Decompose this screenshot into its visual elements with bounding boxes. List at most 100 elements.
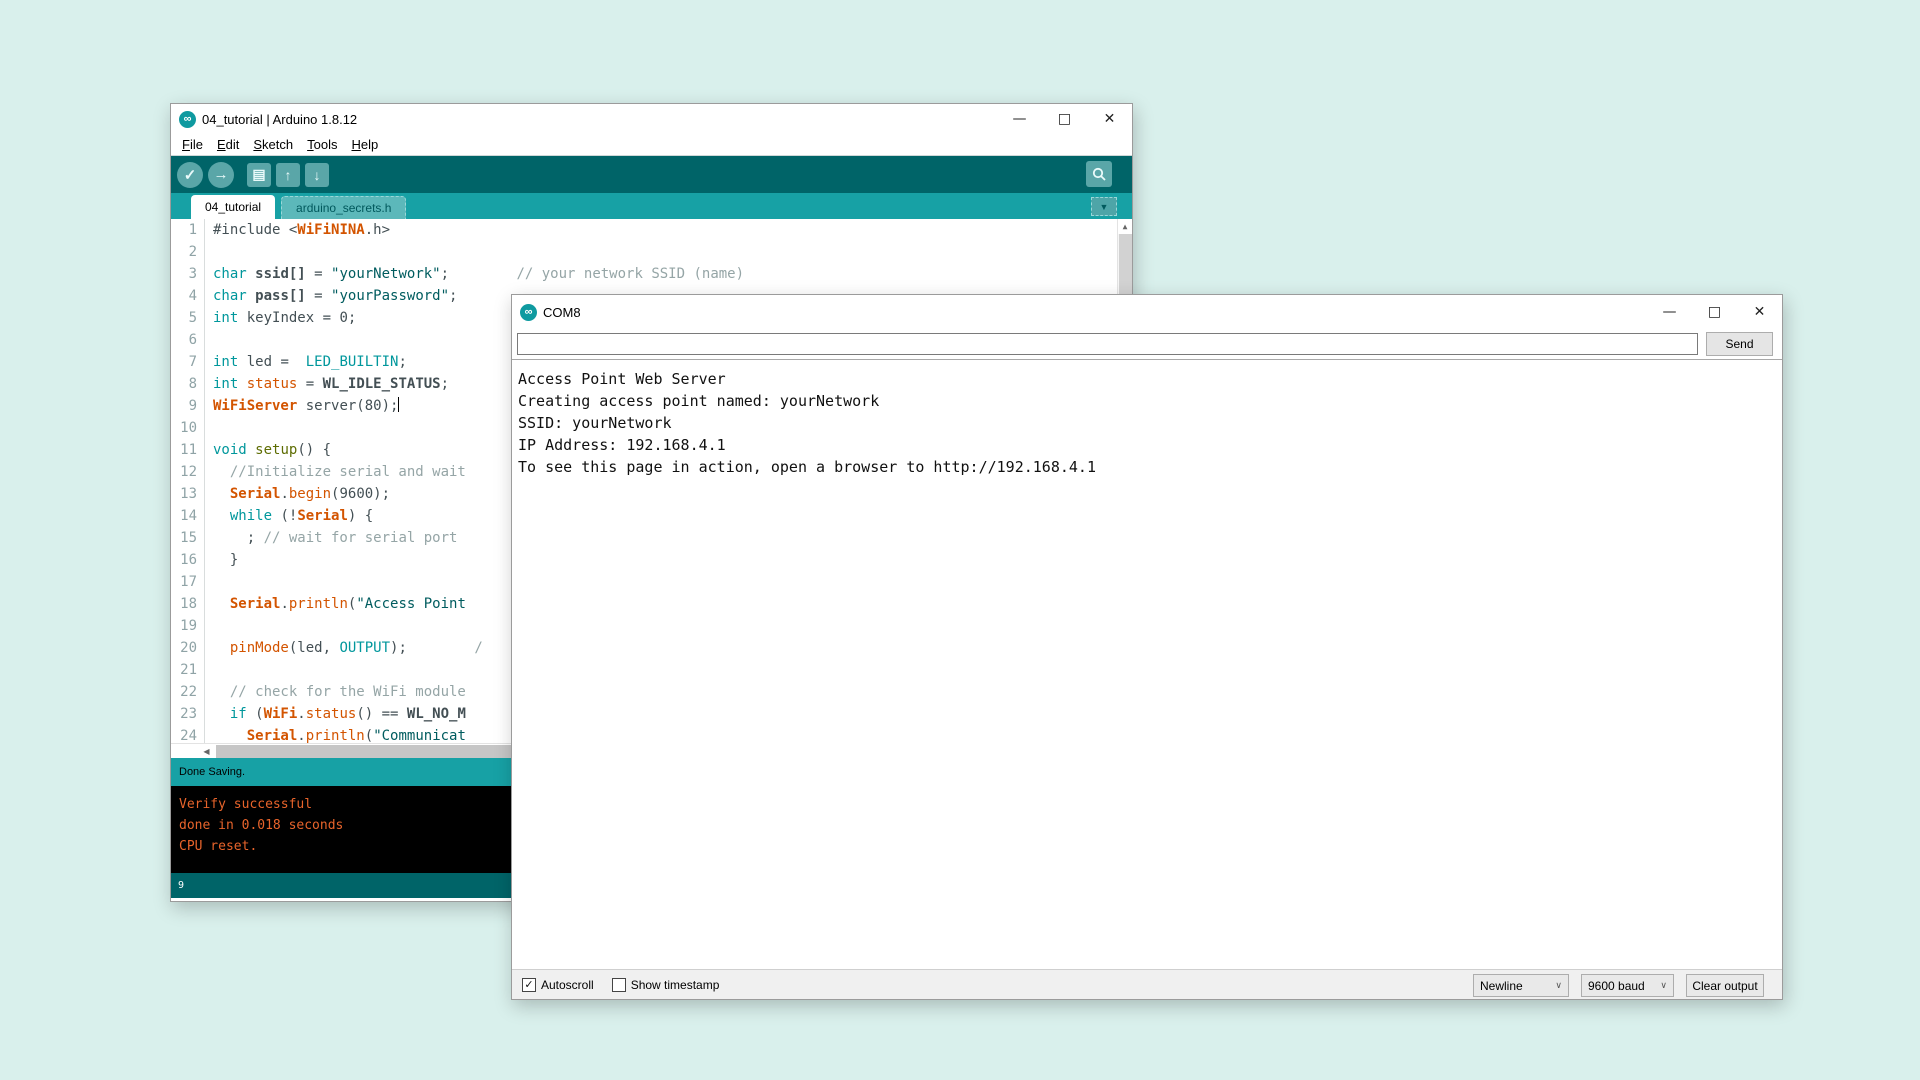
line-number: 18 — [171, 593, 205, 615]
line-number: 19 — [171, 615, 205, 637]
serial-output-line: IP Address: 192.168.4.1 — [518, 434, 1782, 456]
menu-item-help[interactable]: Help — [344, 135, 385, 154]
line-number: 7 — [171, 351, 205, 373]
line-number: 13 — [171, 483, 205, 505]
line-number: 5 — [171, 307, 205, 329]
arduino-logo-icon: ∞ — [179, 111, 196, 128]
serial-send-row: Send — [512, 329, 1782, 359]
new-sketch-button[interactable]: ▤ — [247, 163, 271, 187]
ide-minimize-button[interactable]: — — [997, 104, 1042, 134]
code-text: //Initialize serial and wait — [205, 461, 466, 483]
serial-monitor-window: ∞ COM8 — □ ✕ Send Access Point Web Serve… — [511, 294, 1783, 1000]
serial-minimize-button[interactable]: — — [1647, 295, 1692, 329]
tab-menu-button[interactable]: ▼ — [1091, 197, 1117, 216]
code-text: } — [205, 549, 238, 571]
line-number: 17 — [171, 571, 205, 593]
verify-button[interactable]: ✓ — [177, 162, 203, 188]
save-button[interactable]: ↓ — [305, 163, 329, 187]
serial-window-title: COM8 — [543, 305, 581, 320]
code-line: 3char ssid[] = "yourNetwork"; // your ne… — [171, 263, 1132, 285]
line-number: 12 — [171, 461, 205, 483]
line-number: 16 — [171, 549, 205, 571]
code-text: Serial.println("Communicat — [205, 725, 466, 743]
cursor-line-indicator: 9 — [178, 880, 184, 891]
code-text: #include <WiFiNINA.h> — [205, 219, 390, 241]
show-timestamp-label: Show timestamp — [631, 978, 720, 992]
line-number: 1 — [171, 219, 205, 241]
serial-bottom-bar: ✓ Autoscroll Show timestamp Newline ∨ 96… — [512, 969, 1782, 999]
code-text — [205, 659, 213, 681]
code-text: // check for the WiFi module — [205, 681, 466, 703]
code-text: int led = LED_BUILTIN; — [205, 351, 407, 373]
code-text: void setup() { — [205, 439, 331, 461]
line-number: 8 — [171, 373, 205, 395]
status-message: Done Saving. — [179, 766, 245, 778]
magnifier-icon — [1091, 166, 1107, 182]
autoscroll-checkbox[interactable]: ✓ Autoscroll — [522, 978, 594, 992]
chevron-down-icon: ∨ — [1555, 980, 1562, 991]
code-text — [205, 571, 213, 593]
line-number: 6 — [171, 329, 205, 351]
line-number: 22 — [171, 681, 205, 703]
serial-output-area[interactable]: Access Point Web ServerCreating access p… — [512, 359, 1782, 969]
serial-output-line: Creating access point named: yourNetwork — [518, 390, 1782, 412]
ide-window-title: 04_tutorial | Arduino 1.8.12 — [202, 112, 357, 127]
line-number: 15 — [171, 527, 205, 549]
serial-output-line: Access Point Web Server — [518, 368, 1782, 390]
code-text — [205, 615, 213, 637]
clear-output-button[interactable]: Clear output — [1686, 974, 1764, 997]
code-line: 2 — [171, 241, 1132, 263]
menu-item-edit[interactable]: Edit — [210, 135, 246, 154]
line-number: 4 — [171, 285, 205, 307]
code-text: ; // wait for serial port — [205, 527, 457, 549]
checkbox-checked-icon: ✓ — [522, 978, 536, 992]
code-text: char pass[] = "yourPassword"; — [205, 285, 457, 307]
baud-rate-dropdown[interactable]: 9600 baud ∨ — [1581, 974, 1674, 997]
code-text: char ssid[] = "yourNetwork"; // your net… — [205, 263, 744, 285]
send-button[interactable]: Send — [1706, 332, 1773, 356]
text-caret — [398, 397, 399, 412]
open-button[interactable]: ↑ — [276, 163, 300, 187]
line-number: 24 — [171, 725, 205, 743]
ide-maximize-button[interactable]: □ — [1042, 104, 1087, 134]
menu-item-file[interactable]: File — [175, 135, 210, 154]
code-text: WiFiServer server(80); — [205, 395, 399, 417]
serial-monitor-button[interactable] — [1086, 161, 1112, 187]
line-number: 3 — [171, 263, 205, 285]
scroll-up-icon[interactable]: ▲ — [1118, 219, 1132, 234]
scroll-left-icon[interactable]: ◀ — [199, 744, 214, 759]
ide-toolbar: ✓ → ▤ ↑ ↓ — [171, 156, 1132, 193]
code-text: int status = WL_IDLE_STATUS; — [205, 373, 449, 395]
ide-tabstrip: 04_tutorial arduino_secrets.h ▼ — [171, 193, 1132, 219]
menu-item-sketch[interactable]: Sketch — [246, 135, 300, 154]
show-timestamp-checkbox[interactable]: Show timestamp — [612, 978, 720, 992]
tab-04-tutorial[interactable]: 04_tutorial — [191, 195, 275, 219]
serial-titlebar[interactable]: ∞ COM8 — □ ✕ — [512, 295, 1782, 329]
code-text: if (WiFi.status() == WL_NO_M — [205, 703, 466, 725]
autoscroll-label: Autoscroll — [541, 978, 594, 992]
code-text: while (!Serial) { — [205, 505, 373, 527]
serial-input[interactable] — [517, 333, 1698, 355]
ide-titlebar[interactable]: ∞ 04_tutorial | Arduino 1.8.12 — □ ✕ — [171, 104, 1132, 134]
line-number: 2 — [171, 241, 205, 263]
chevron-down-icon: ∨ — [1660, 980, 1667, 991]
line-number: 9 — [171, 395, 205, 417]
line-number: 10 — [171, 417, 205, 439]
code-line: 1#include <WiFiNINA.h> — [171, 219, 1132, 241]
code-text — [205, 417, 213, 439]
serial-close-button[interactable]: ✕ — [1737, 295, 1782, 329]
code-text: Serial.begin(9600); — [205, 483, 390, 505]
ide-close-button[interactable]: ✕ — [1087, 104, 1132, 134]
line-number: 11 — [171, 439, 205, 461]
menu-item-tools[interactable]: Tools — [300, 135, 344, 154]
line-ending-dropdown[interactable]: Newline ∨ — [1473, 974, 1569, 997]
code-text: pinMode(led, OUTPUT); / — [205, 637, 483, 659]
tab-arduino-secrets[interactable]: arduino_secrets.h — [281, 196, 406, 219]
serial-output-line: SSID: yourNetwork — [518, 412, 1782, 434]
checkbox-unchecked-icon — [612, 978, 626, 992]
serial-maximize-button[interactable]: □ — [1692, 295, 1737, 329]
upload-button[interactable]: → — [208, 162, 234, 188]
arduino-logo-icon: ∞ — [520, 304, 537, 321]
line-ending-value: Newline — [1480, 979, 1523, 993]
code-text: int keyIndex = 0; — [205, 307, 356, 329]
